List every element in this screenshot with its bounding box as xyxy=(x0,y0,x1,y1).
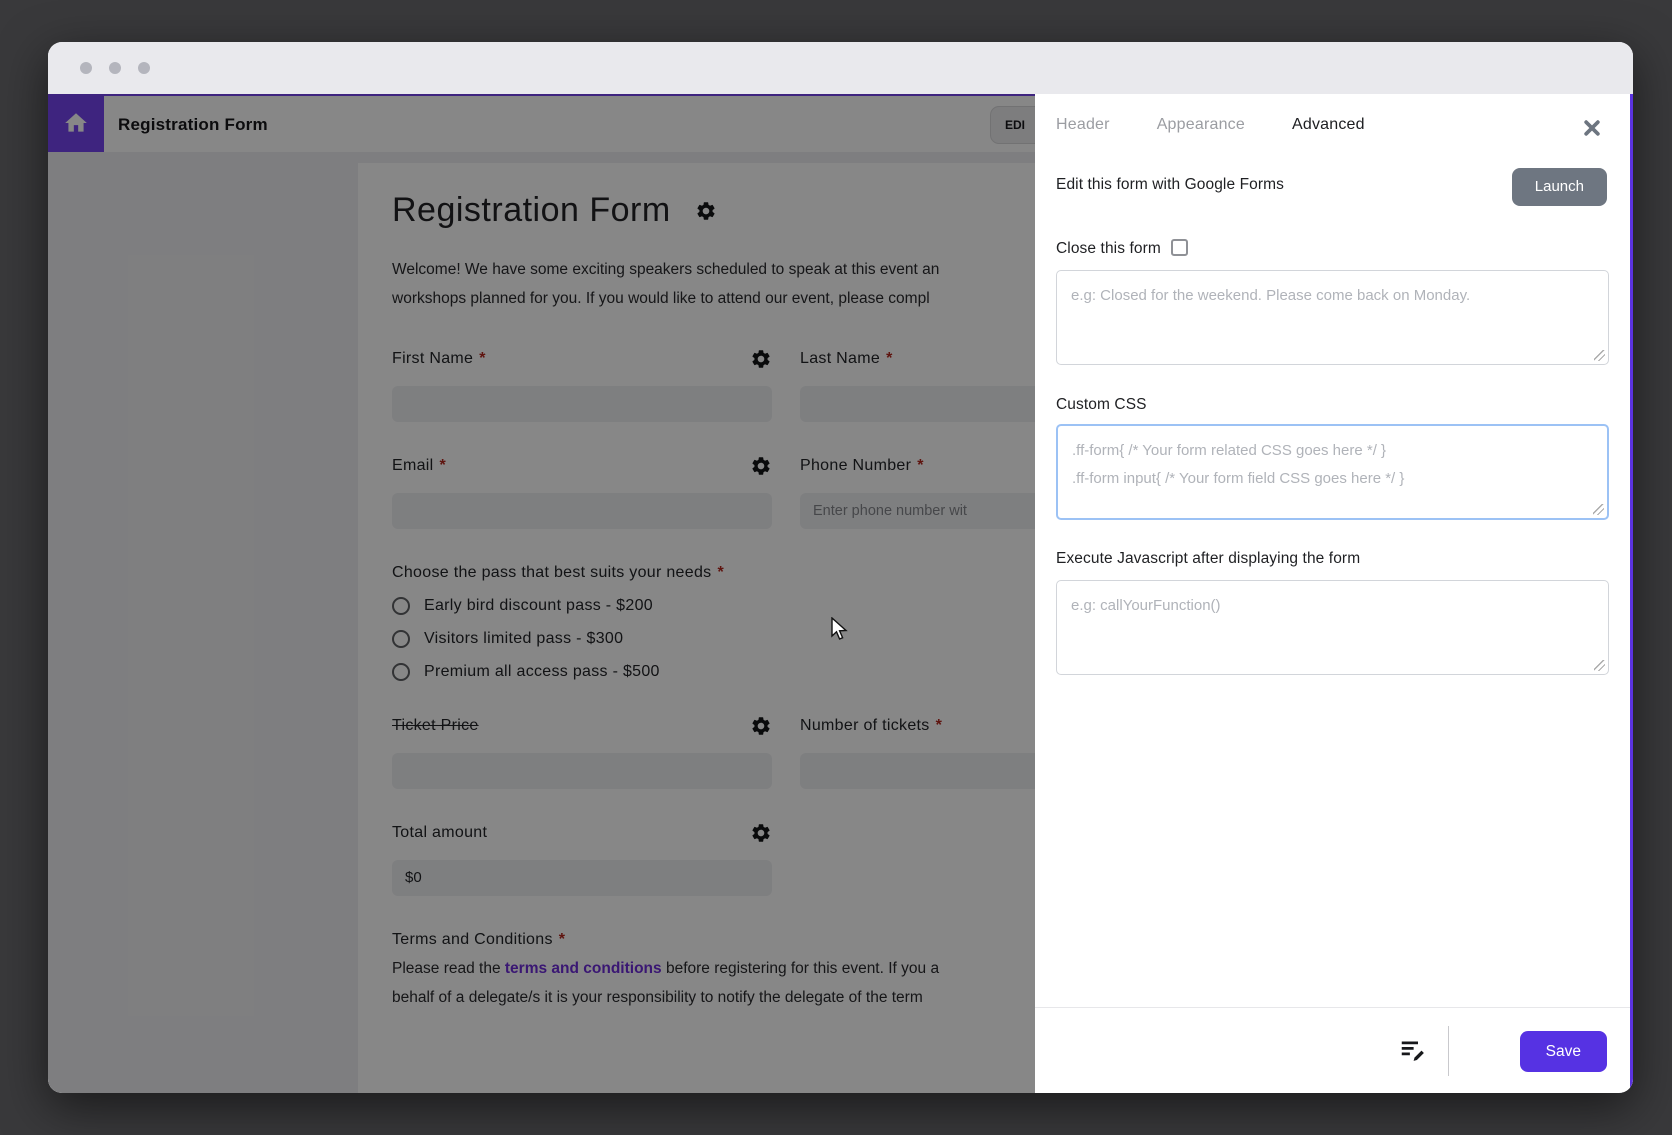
notes-edit-icon[interactable] xyxy=(1398,1034,1428,1064)
form-settings-panel: Header Appearance Advanced Edit this for… xyxy=(1035,94,1633,1093)
execute-js-textarea[interactable]: e.g: callYourFunction() xyxy=(1056,580,1609,675)
browser-window: Registration Form EDI Registration Form … xyxy=(48,42,1633,1093)
close-form-label: Close this form xyxy=(1056,239,1188,258)
tab-advanced[interactable]: Advanced xyxy=(1292,116,1365,134)
custom-css-textarea[interactable]: .ff-form{ /* Your form related CSS goes … xyxy=(1056,424,1609,520)
settings-tabs: Header Appearance Advanced xyxy=(1056,116,1365,134)
launch-button[interactable]: Launch xyxy=(1511,168,1607,206)
close-form-checkbox[interactable] xyxy=(1170,239,1188,256)
google-forms-label: Edit this form with Google Forms xyxy=(1056,176,1285,193)
mouse-cursor xyxy=(830,616,852,641)
custom-css-placeholder-line1: .ff-form{ /* Your form related CSS goes … xyxy=(1072,442,1387,459)
footer-vertical-divider xyxy=(1448,1026,1449,1076)
tab-appearance[interactable]: Appearance xyxy=(1157,116,1245,134)
window-dot-icon[interactable] xyxy=(138,62,150,74)
save-button[interactable]: Save xyxy=(1519,1031,1607,1072)
footer-divider xyxy=(1035,1007,1630,1008)
close-form-placeholder: e.g: Closed for the weekend. Please come… xyxy=(1071,287,1471,304)
close-form-message-textarea[interactable]: e.g: Closed for the weekend. Please come… xyxy=(1056,270,1609,365)
custom-css-label: Custom CSS xyxy=(1056,396,1147,413)
execute-js-placeholder: e.g: callYourFunction() xyxy=(1071,597,1221,614)
browser-chrome-bar xyxy=(48,42,1633,94)
execute-js-label: Execute Javascript after displaying the … xyxy=(1056,550,1361,567)
window-dot-icon[interactable] xyxy=(80,62,92,74)
window-dot-icon[interactable] xyxy=(109,62,121,74)
app-area: Registration Form EDI Registration Form … xyxy=(48,94,1633,1093)
window-control-dots[interactable] xyxy=(80,62,150,74)
close-icon[interactable] xyxy=(1582,118,1602,138)
custom-css-placeholder-line2: .ff-form input{ /* Your form field CSS g… xyxy=(1072,470,1405,487)
tab-header[interactable]: Header xyxy=(1056,116,1110,134)
